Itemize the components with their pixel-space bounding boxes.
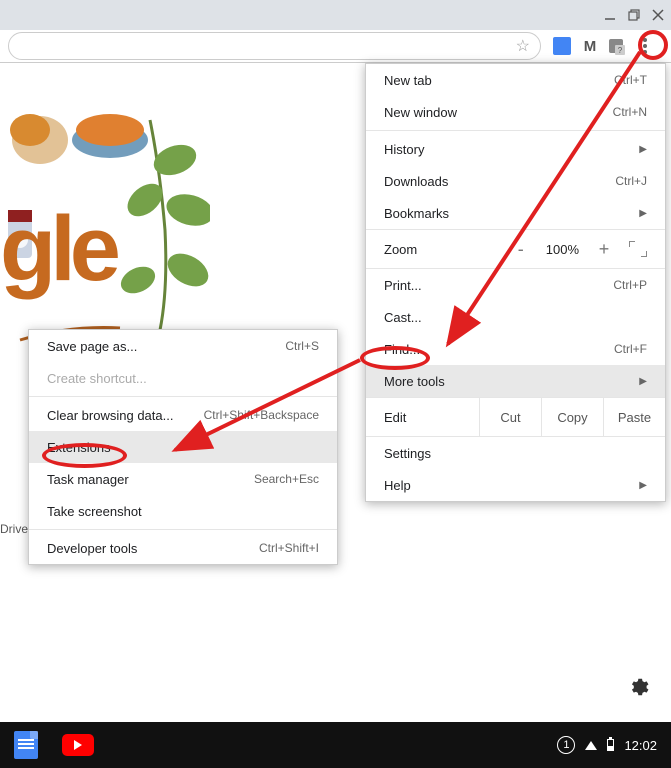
menu-separator — [366, 130, 665, 131]
menu-label: Print... — [384, 278, 422, 293]
menu-label: History — [384, 142, 424, 157]
zoom-value: 100% — [546, 242, 579, 257]
zoom-in-button[interactable]: + — [593, 239, 615, 260]
more-tools-submenu: Save page as... Ctrl+S Create shortcut..… — [28, 329, 338, 565]
chrome-main-menu: New tab Ctrl+T New window Ctrl+N History… — [365, 63, 666, 502]
menu-settings[interactable]: Settings — [366, 437, 665, 469]
menu-label: Downloads — [384, 174, 448, 189]
submenu-devtools[interactable]: Developer tools Ctrl+Shift+I — [29, 532, 337, 564]
gmail-icon[interactable]: M — [581, 37, 599, 55]
menu-label: Task manager — [47, 472, 129, 487]
submenu-arrow-icon: ▶ — [639, 144, 647, 155]
menu-label: Save page as... — [47, 339, 137, 354]
menu-shortcut: Ctrl+Shift+Backspace — [204, 408, 319, 422]
maximize-icon[interactable] — [627, 8, 641, 22]
edit-copy-button[interactable]: Copy — [541, 398, 603, 436]
bookmark-star-icon[interactable]: ☆ — [516, 36, 530, 56]
url-bar[interactable]: ☆ — [8, 32, 541, 60]
menu-label: Find... — [384, 342, 420, 357]
menu-label: More tools — [384, 374, 445, 389]
submenu-savepage[interactable]: Save page as... Ctrl+S — [29, 330, 337, 362]
zoom-out-button[interactable]: - — [510, 239, 532, 260]
menu-history[interactable]: History ▶ — [366, 133, 665, 165]
menu-label: Help — [384, 478, 411, 493]
help-square-icon[interactable] — [609, 39, 623, 53]
menu-newtab[interactable]: New tab Ctrl+T — [366, 64, 665, 96]
google-docs-icon[interactable] — [14, 731, 38, 759]
menu-bookmarks[interactable]: Bookmarks ▶ — [366, 197, 665, 229]
menu-shortcut: Ctrl+F — [614, 342, 647, 356]
submenu-arrow-icon: ▶ — [639, 376, 647, 387]
menu-shortcut: Ctrl+P — [613, 278, 647, 292]
menu-separator — [29, 529, 337, 530]
menu-label: Take screenshot — [47, 504, 142, 519]
menu-label: New window — [384, 105, 457, 120]
svg-text:gle: gle — [0, 198, 119, 300]
menu-label: Extensions — [47, 440, 111, 455]
menu-shortcut: Ctrl+S — [285, 339, 319, 353]
zoom-label: Zoom — [384, 242, 417, 257]
submenu-createshortcut: Create shortcut... — [29, 362, 337, 394]
submenu-extensions[interactable]: Extensions — [29, 431, 337, 463]
menu-edit: Edit Cut Copy Paste — [366, 397, 665, 437]
menu-label: Bookmarks — [384, 206, 449, 221]
menu-label: Clear browsing data... — [47, 408, 173, 423]
youtube-icon[interactable] — [62, 734, 94, 756]
menu-help[interactable]: Help ▶ — [366, 469, 665, 501]
menu-shortcut: Ctrl+Shift+I — [259, 541, 319, 555]
more-menu-icon[interactable] — [633, 34, 657, 58]
menu-shortcut: Ctrl+J — [615, 174, 647, 188]
menu-newwindow[interactable]: New window Ctrl+N — [366, 96, 665, 128]
wifi-icon[interactable] — [585, 738, 597, 753]
submenu-clearbrowsing[interactable]: Clear browsing data... Ctrl+Shift+Backsp… — [29, 399, 337, 431]
menu-shortcut: Ctrl+N — [613, 105, 647, 119]
menu-shortcut: Ctrl+T — [614, 73, 647, 87]
fullscreen-icon[interactable] — [629, 241, 647, 257]
submenu-arrow-icon: ▶ — [639, 208, 647, 219]
menu-label: Developer tools — [47, 541, 137, 556]
drive-label: Drive — [0, 522, 28, 536]
submenu-arrow-icon: ▶ — [639, 480, 647, 491]
menu-label: Create shortcut... — [47, 371, 147, 386]
window-titlebar — [0, 0, 671, 30]
minimize-icon[interactable] — [603, 8, 617, 22]
menu-downloads[interactable]: Downloads Ctrl+J — [366, 165, 665, 197]
clock-time[interactable]: 12:02 — [624, 738, 657, 753]
menu-cast[interactable]: Cast... — [366, 301, 665, 333]
google-doodle[interactable]: gle — [0, 80, 200, 320]
edit-cut-button[interactable]: Cut — [479, 398, 541, 436]
menu-shortcut: Search+Esc — [254, 472, 319, 486]
close-icon[interactable] — [651, 8, 665, 22]
menu-separator — [29, 396, 337, 397]
submenu-taskmanager[interactable]: Task manager Search+Esc — [29, 463, 337, 495]
menu-zoom: Zoom - 100% + — [366, 229, 665, 269]
menu-label: New tab — [384, 73, 432, 88]
submenu-screenshot[interactable]: Take screenshot — [29, 495, 337, 527]
battery-icon[interactable] — [607, 739, 614, 751]
edit-label: Edit — [384, 410, 479, 425]
translate-icon[interactable] — [553, 37, 571, 55]
tab-count-badge[interactable]: 1 — [557, 736, 575, 754]
menu-find[interactable]: Find... Ctrl+F — [366, 333, 665, 365]
browser-toolbar: ☆ M — [0, 30, 671, 63]
taskbar: 1 12:02 — [0, 722, 671, 768]
menu-label: Cast... — [384, 310, 422, 325]
edit-paste-button[interactable]: Paste — [603, 398, 665, 436]
menu-print[interactable]: Print... Ctrl+P — [366, 269, 665, 301]
settings-gear-icon[interactable] — [627, 676, 649, 698]
menu-moretools[interactable]: More tools ▶ — [366, 365, 665, 397]
menu-label: Settings — [384, 446, 431, 461]
